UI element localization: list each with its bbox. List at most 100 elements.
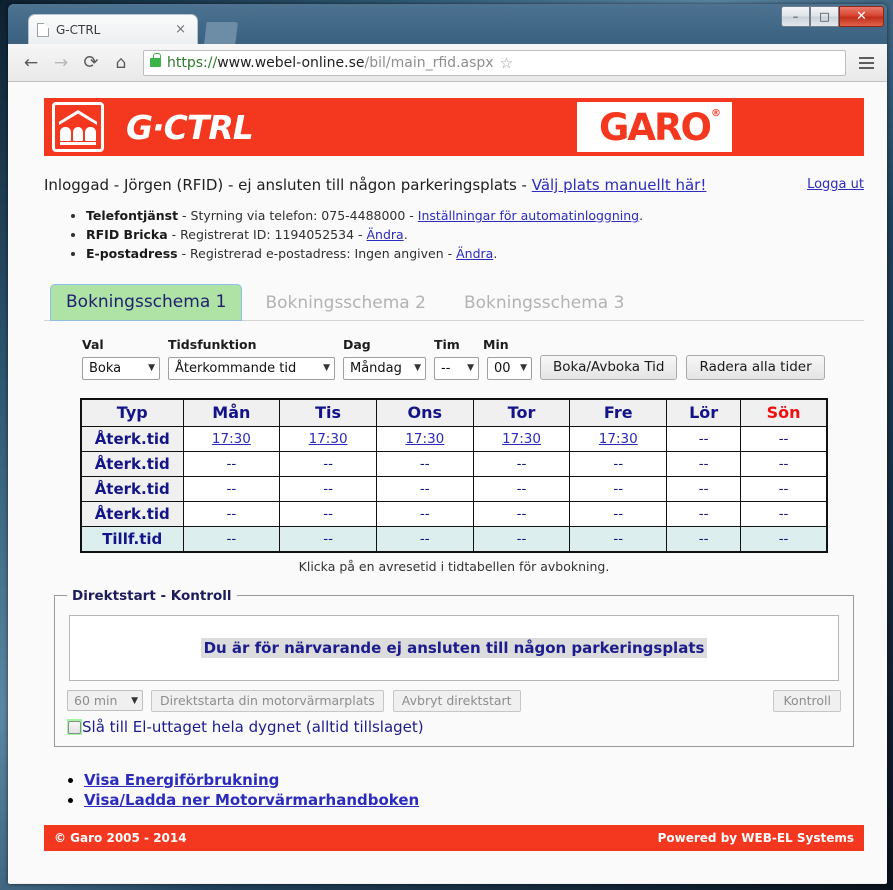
abort-direktstart-button[interactable]: Avbryt direktstart	[392, 689, 521, 712]
window-controls: – □ ✕	[781, 6, 884, 27]
cell-tis: --	[279, 451, 377, 478]
cell-man: --	[182, 526, 281, 553]
registered-mark-icon: ®	[710, 107, 721, 119]
time-link[interactable]: 17:30	[502, 431, 541, 447]
address-bar[interactable]: https://www.webel-online.se/bil/main_rfi…	[143, 49, 846, 76]
reload-icon[interactable]: ⟳	[77, 49, 105, 77]
link-energy-usage[interactable]: Visa Energiförbrukning	[84, 771, 279, 789]
col-lor: Lör	[666, 398, 742, 428]
garage-logo-icon	[52, 102, 104, 152]
cell-lor: --	[666, 451, 742, 478]
cell-son: --	[740, 501, 828, 528]
schema-tabs: Bokningsschema 1 Bokningsschema 2 Boknin…	[44, 281, 864, 321]
cell-tis[interactable]: 17:30	[279, 426, 377, 453]
kontroll-button[interactable]: Kontroll	[773, 689, 841, 712]
cell-tor[interactable]: 17:30	[472, 426, 571, 453]
always-on-label: Slå till El-uttaget hela dygnet (alltid …	[82, 717, 424, 736]
time-link[interactable]: 17:30	[309, 431, 348, 447]
clear-all-times-button[interactable]: Radera alla tider	[686, 354, 825, 380]
cell-man[interactable]: 17:30	[182, 426, 281, 453]
window-close-button[interactable]: ✕	[839, 6, 884, 27]
choose-place-link[interactable]: Välj plats manuellt här!	[532, 176, 707, 194]
cell-ons: --	[375, 501, 474, 528]
forward-icon: →	[53, 52, 69, 73]
tab-bokningsschema-3[interactable]: Bokningsschema 3	[449, 286, 639, 321]
start-heater-button[interactable]: Direktstarta din motorvärmarplats	[151, 689, 384, 712]
footer-copyright: © Garo 2005 - 2014	[54, 830, 187, 845]
row-type: Återk.tid	[80, 476, 184, 503]
cell-tor: --	[472, 501, 571, 528]
select-min-value: 00	[494, 360, 511, 376]
list-item: RFID Bricka - Registrerat ID: 1194052534…	[86, 227, 864, 244]
info-title: E-postadress	[86, 245, 178, 261]
select-tim-value: --	[441, 360, 451, 376]
cell-fre[interactable]: 17:30	[569, 426, 668, 453]
info-link[interactable]: Ändra	[367, 227, 404, 242]
browser-toolbar: ← → ⟳ ⌂ https://www.webel-online.se/bil/…	[8, 44, 887, 82]
select-tidsfunktion[interactable]: Återkommande tid ▼	[168, 356, 335, 380]
page-favicon-icon	[37, 22, 49, 37]
select-tim[interactable]: -- ▼	[434, 356, 479, 380]
select-val[interactable]: Boka ▼	[82, 356, 160, 380]
hamburger-menu-icon[interactable]	[854, 50, 878, 76]
time-link[interactable]: 17:30	[212, 431, 251, 447]
col-tis: Tis	[279, 398, 377, 428]
table-row: Återk.tid -- -- -- -- -- -- --	[80, 476, 828, 503]
info-link[interactable]: Inställningar för automatinloggning	[418, 208, 639, 223]
book-cancel-time-button[interactable]: Boka/Avboka Tid	[540, 354, 678, 380]
col-typ: Typ	[80, 398, 184, 428]
page-content: G·CTRL GARO ® Inloggad - Jörgen (RFID) - …	[44, 82, 864, 873]
close-icon[interactable]: ×	[172, 22, 189, 37]
cell-lor: --	[666, 476, 742, 503]
direktstart-message-box: Du är för närvarande ej ansluten till nå…	[69, 614, 839, 681]
select-dag-value: Måndag	[350, 360, 402, 376]
time-link[interactable]: 17:30	[405, 431, 444, 447]
select-duration[interactable]: 60 min ▼	[67, 690, 143, 712]
minimize-button[interactable]: –	[781, 6, 810, 27]
tab-bokningsschema-2[interactable]: Bokningsschema 2	[250, 286, 440, 321]
list-item: Visa/Ladda ner Motorvärmarhandboken	[84, 791, 864, 809]
new-tab-button[interactable]	[204, 22, 238, 44]
cell-son: --	[740, 426, 828, 453]
always-on-checkbox[interactable]	[68, 720, 81, 734]
bookmark-star-icon[interactable]: ☆	[500, 54, 513, 72]
schedule-table-wrap: Typ Mån Tis Ons Tor Fre Lör Sön Återk.ti	[44, 397, 864, 574]
info-link[interactable]: Ändra	[456, 246, 493, 261]
tab-bokningsschema-1[interactable]: Bokningsschema 1	[50, 283, 243, 321]
label-tidsfunktion: Tidsfunktion	[168, 336, 257, 352]
label-dag: Dag	[343, 336, 371, 352]
info-tail: .	[493, 245, 498, 261]
cell-man: --	[182, 451, 281, 478]
select-dag[interactable]: Måndag ▼	[343, 356, 426, 380]
info-tail: .	[403, 226, 408, 242]
garo-logo: GARO ®	[577, 102, 732, 152]
link-handbook[interactable]: Visa/Ladda ner Motorvärmarhandboken	[84, 791, 419, 809]
booking-form: Val Tidsfunktion Dag Tim Min Boka ▼ Åter…	[44, 337, 864, 380]
schedule-table: Typ Mån Tis Ons Tor Fre Lör Sön Återk.ti	[80, 397, 828, 553]
chevron-down-icon: ▼	[467, 363, 474, 374]
info-title: RFID Bricka	[86, 226, 168, 242]
home-icon[interactable]: ⌂	[107, 49, 135, 77]
browser-tab-gctrl[interactable]: G-CTRL ×	[28, 14, 198, 44]
back-icon[interactable]: ←	[17, 49, 45, 77]
select-val-value: Boka	[89, 360, 122, 376]
booking-form-controls: Boka ▼ Återkommande tid ▼ Måndag ▼ -- ▼	[82, 354, 864, 380]
login-status-text: Inloggad - Jörgen (RFID) - ej ansluten t…	[44, 176, 532, 194]
site-footer: © Garo 2005 - 2014 Powered by WEB-EL Sys…	[44, 824, 864, 851]
info-text: - Styrning via telefon: 075-4488000 -	[178, 208, 418, 223]
table-row: Tillf.tid -- -- -- -- -- -- --	[80, 526, 828, 553]
account-info-list: Telefontjänst - Styrning via telefon: 07…	[44, 208, 864, 263]
select-min[interactable]: 00 ▼	[487, 356, 532, 380]
list-item: Visa Energiförbrukning	[84, 771, 864, 789]
cell-son: --	[740, 451, 828, 478]
cell-lor: --	[666, 526, 742, 553]
table-row: Återk.tid -- -- -- -- -- -- --	[80, 501, 828, 528]
time-link[interactable]: 17:30	[599, 431, 638, 447]
cell-ons[interactable]: 17:30	[375, 426, 474, 453]
cell-ons: --	[375, 526, 474, 553]
cell-fre: --	[569, 451, 668, 478]
logout-link[interactable]: Logga ut	[807, 177, 864, 192]
maximize-button[interactable]: □	[810, 6, 839, 27]
url-host: www.webel-online.se	[217, 54, 365, 71]
info-text: - Registrerat ID: 1194052534 -	[167, 226, 367, 242]
